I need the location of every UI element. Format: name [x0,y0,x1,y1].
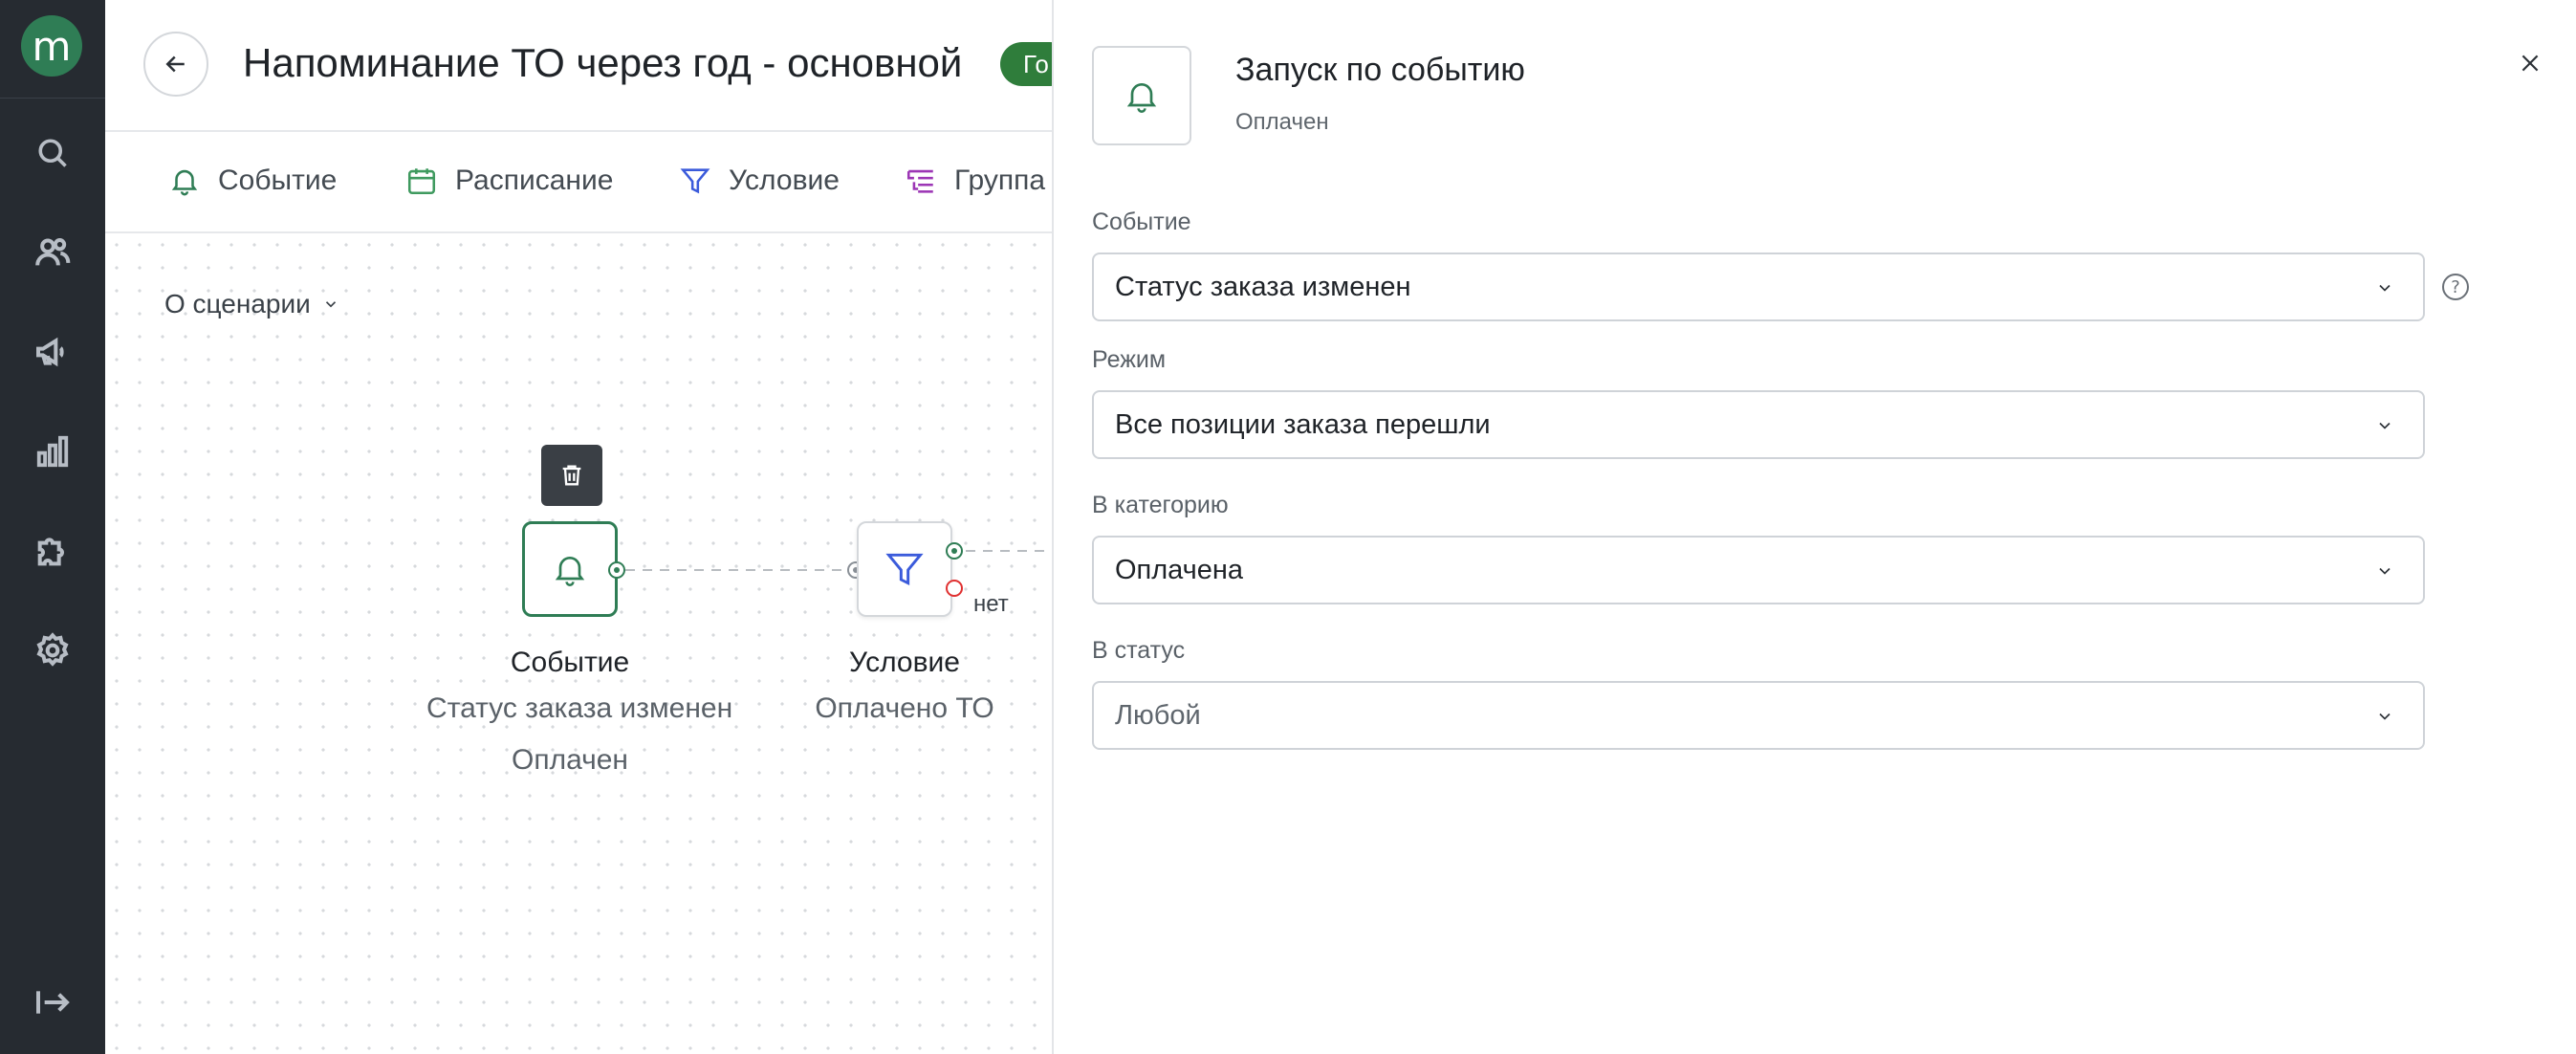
contacts-icon[interactable] [30,230,76,275]
condition-no-port[interactable] [946,580,963,597]
toolbar-item-event[interactable]: Событие [168,165,337,197]
bell-icon [171,169,198,196]
status-select[interactable]: Любой [1092,681,2425,750]
condition-node-caption: Условие Оплачено ТО [809,647,1000,725]
event-node[interactable] [522,521,618,617]
event-select-value: Статус заказа изменен [1115,271,1411,302]
status-badge: Го [1000,42,1052,86]
condition-node-detail: Оплачено ТО [815,692,994,724]
bell-icon [555,557,585,586]
port-dot [614,567,620,573]
toolbar-item-label: Группа [954,165,1046,196]
chevron-down-icon [2379,567,2390,575]
back-button[interactable] [143,32,208,97]
mode-select[interactable]: Все позиции заказа перешли [1092,390,2425,459]
bell-icon [1126,83,1157,113]
toolbar-item-label: Условие [729,165,840,196]
panel-subtitle: Оплачен [1235,109,1329,135]
toolbar-item-condition[interactable]: Условие [679,165,840,197]
calendar-icon [407,168,436,195]
trash-icon [562,465,581,486]
node-toolbar: Событие Расписание Условие Группа [105,132,1052,233]
app-logo[interactable]: m [21,15,82,77]
category-field-label: В категорию [1092,492,1229,518]
panel-title: Запуск по событию [1235,52,1525,88]
category-select[interactable]: Оплачена [1092,536,2425,604]
analytics-icon[interactable] [30,428,76,474]
condition-yes-port[interactable] [946,542,963,560]
connection-lines [625,550,1052,571]
event-node-type: Статус заказа изменен [426,692,733,724]
megaphone-icon[interactable] [30,329,76,375]
puzzle-icon[interactable] [30,528,76,574]
editor-header: Напоминание ТО через год - основной Го [105,0,1052,132]
nav-rail: m [0,0,105,1054]
chevron-down-icon [2379,284,2390,292]
help-icon[interactable]: ? [2442,274,2469,300]
status-field-label: В статус [1092,637,1186,664]
toolbar-item-label: Событие [218,165,338,196]
event-node-caption: Событие Статус заказа изменен Оплачен [426,647,733,777]
gear-icon[interactable] [30,627,76,673]
delete-node-button[interactable] [541,445,602,506]
group-icon [906,169,933,193]
scenario-editor: Напоминание ТО через год - основной Го С… [105,0,1052,1054]
close-icon [2521,55,2539,72]
condition-node-title: Условие [849,647,960,678]
page-title: Напоминание ТО через год - основной [243,40,963,85]
search-icon[interactable] [30,130,76,176]
trigger-icon-box [1092,46,1191,145]
event-node-status: Оплачен [512,744,628,776]
mode-field-label: Режим [1092,346,1167,373]
event-field-label: Событие [1092,209,1191,235]
condition-node[interactable] [857,521,952,617]
event-output-port[interactable] [608,561,625,579]
event-node-title: Событие [510,647,630,678]
arrow-left-icon [165,55,185,73]
chevron-down-icon [2379,422,2390,429]
port-dot [951,548,957,554]
chevron-down-icon [2379,713,2390,720]
rail-divider [0,98,105,99]
toolbar-item-label: Расписание [455,165,614,196]
event-select[interactable]: Статус заказа изменен [1092,253,2425,321]
filter-icon [885,553,924,586]
mode-select-value: Все позиции заказа перешли [1115,408,1491,440]
expand-sidebar-icon[interactable] [30,979,76,1025]
trigger-settings-panel: Запуск по событию Оплачен Событие Статус… [1052,0,2576,1054]
close-panel-button[interactable] [2511,44,2549,82]
filter-icon [680,168,710,194]
toolbar-item-schedule[interactable]: Расписание [405,165,613,197]
status-select-value: Любой [1115,699,1201,731]
no-branch-label: нет [973,591,1009,617]
category-select-value: Оплачена [1115,554,1244,585]
toolbar-item-group[interactable]: Группа [905,165,1045,197]
workflow-canvas[interactable]: О сценарии Событие Статус заказа изменен… [105,233,1052,1054]
